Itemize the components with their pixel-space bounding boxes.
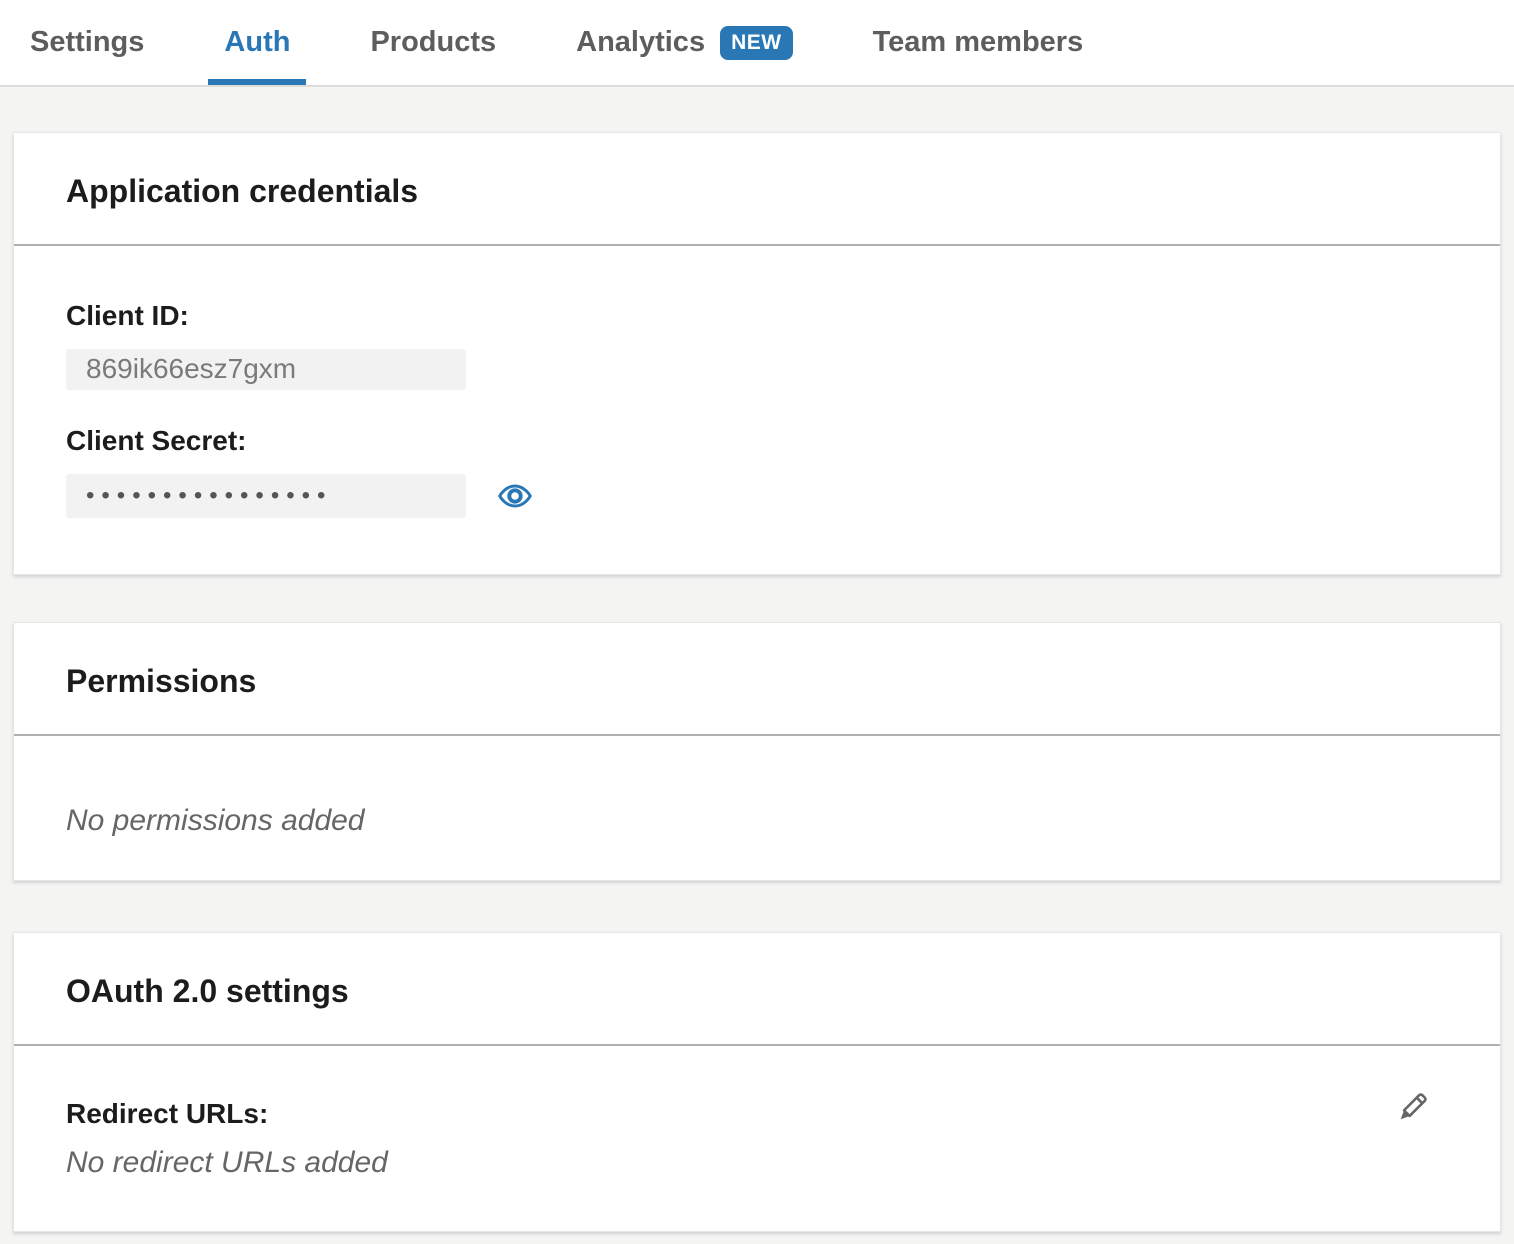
client-id-value: 869ik66esz7gxm xyxy=(86,353,296,385)
client-id-label: Client ID: xyxy=(66,300,1448,332)
permissions-card: Permissions No permissions added xyxy=(13,622,1501,881)
tab-auth-label: Auth xyxy=(224,26,290,59)
tab-team-members[interactable]: Team members xyxy=(857,0,1100,85)
eye-icon xyxy=(497,478,533,514)
tab-products[interactable]: Products xyxy=(354,0,512,85)
redirect-urls-label: Redirect URLs: xyxy=(66,1098,388,1130)
tab-auth[interactable]: Auth xyxy=(208,0,306,85)
redirect-urls-section: Redirect URLs: No redirect URLs added xyxy=(66,1098,388,1180)
client-secret-masked-value: •••••••••••••••• xyxy=(86,482,332,510)
oauth-settings-card: OAuth 2.0 settings Redirect URLs: No red… xyxy=(13,932,1501,1232)
tab-analytics[interactable]: Analytics NEW xyxy=(560,0,808,85)
permissions-title: Permissions xyxy=(66,663,1448,700)
reveal-secret-button[interactable] xyxy=(494,475,536,517)
permissions-empty-text: No permissions added xyxy=(66,804,1448,838)
edit-redirect-urls-button[interactable] xyxy=(1390,1082,1438,1130)
tab-products-label: Products xyxy=(370,26,496,59)
client-secret-row: •••••••••••••••• xyxy=(66,474,1448,518)
redirect-urls-empty-text: No redirect URLs added xyxy=(66,1146,388,1180)
pencil-icon xyxy=(1393,1085,1435,1127)
client-id-field[interactable]: 869ik66esz7gxm xyxy=(66,349,466,390)
client-secret-field[interactable]: •••••••••••••••• xyxy=(66,474,466,518)
application-credentials-card: Application credentials Client ID: 869ik… xyxy=(13,132,1501,575)
oauth-settings-header: OAuth 2.0 settings xyxy=(14,933,1500,1044)
client-secret-label: Client Secret: xyxy=(66,425,1448,457)
oauth-settings-title: OAuth 2.0 settings xyxy=(66,973,1448,1010)
new-badge: NEW xyxy=(720,26,793,60)
application-credentials-header: Application credentials xyxy=(14,133,1500,244)
permissions-header: Permissions xyxy=(14,623,1500,734)
tab-settings-label: Settings xyxy=(30,26,144,59)
main-content: Application credentials Client ID: 869ik… xyxy=(0,132,1514,1232)
tab-bar: Settings Auth Products Analytics NEW Tea… xyxy=(0,0,1514,87)
permissions-body: No permissions added xyxy=(14,736,1500,838)
oauth-settings-body: Redirect URLs: No redirect URLs added xyxy=(14,1046,1500,1180)
tab-team-members-label: Team members xyxy=(873,26,1084,59)
credentials-body: Client ID: 869ik66esz7gxm Client Secret:… xyxy=(14,246,1500,518)
application-credentials-title: Application credentials xyxy=(66,173,1448,210)
tab-analytics-label: Analytics xyxy=(576,26,705,59)
tab-settings[interactable]: Settings xyxy=(14,0,160,85)
